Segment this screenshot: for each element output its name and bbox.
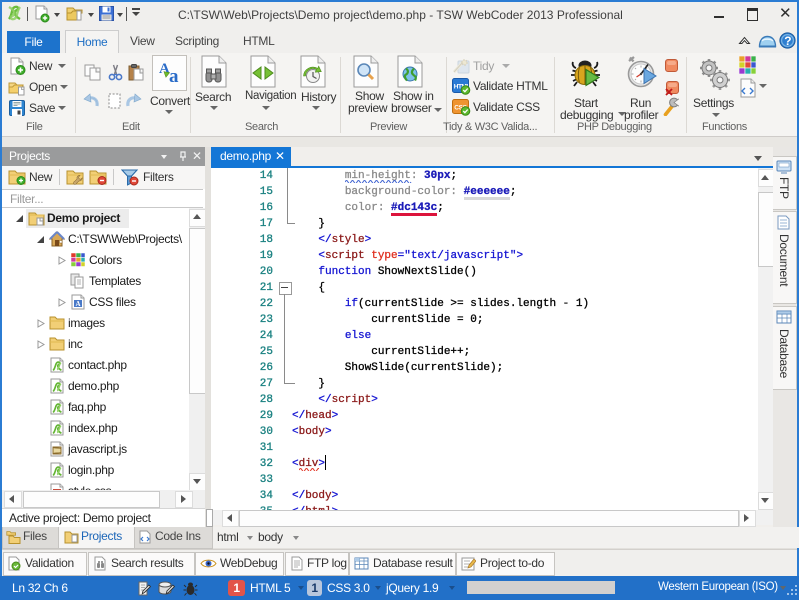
svg-text:a: a — [169, 66, 179, 87]
svg-text:?: ? — [784, 34, 791, 48]
svg-text:A: A — [76, 300, 81, 308]
